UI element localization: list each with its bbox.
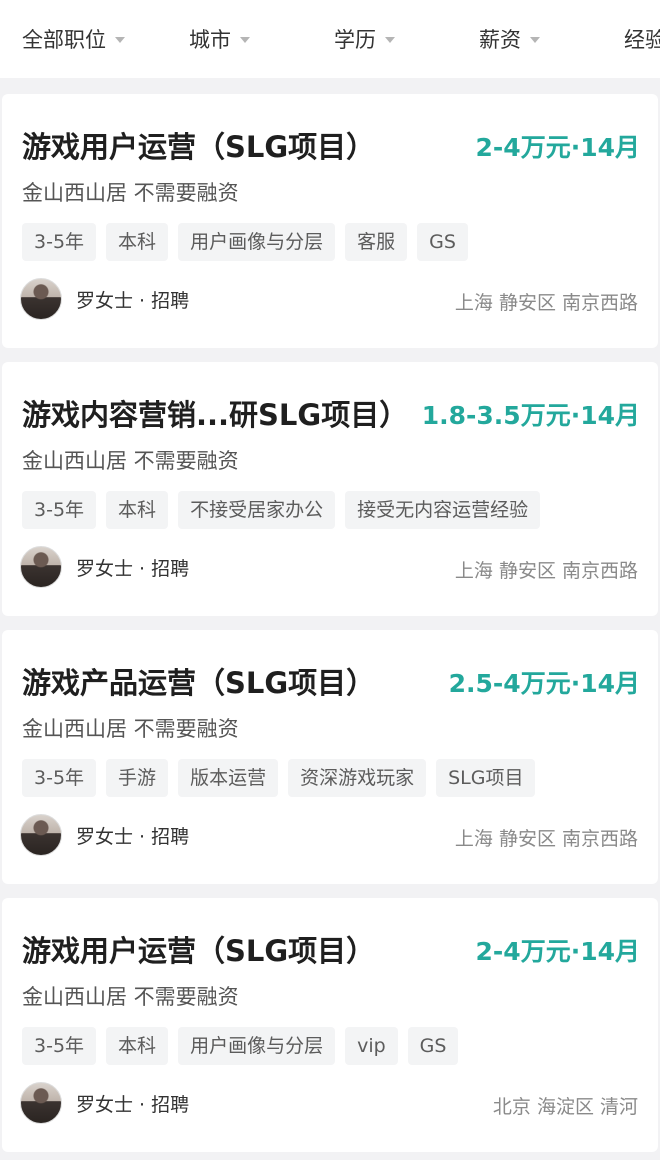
- job-tag: SLG项目: [436, 759, 536, 797]
- job-tag: 本科: [106, 1027, 169, 1065]
- job-tag: 接受无内容运营经验: [345, 491, 541, 529]
- avatar: [20, 278, 62, 320]
- job-tag: GS: [417, 223, 468, 261]
- job-card[interactable]: 游戏用户运营（SLG项目） 2-4万元·14月 金山西山居 不需要融资 3-5年…: [2, 898, 658, 1152]
- job-salary: 2-4万元·14月: [475, 937, 640, 966]
- job-tag: 不接受居家办公: [178, 491, 336, 529]
- job-tag: 本科: [106, 223, 169, 261]
- job-salary: 2.5-4万元·14月: [448, 669, 640, 698]
- job-tag: 版本运营: [178, 759, 279, 797]
- job-tag: 3-5年: [22, 1027, 97, 1065]
- job-salary: 1.8-3.5万元·14月: [421, 401, 640, 430]
- avatar: [20, 1082, 62, 1124]
- recruiter-name: 罗女士 · 招聘: [76, 825, 190, 848]
- company-info: 金山西山居 不需要融资: [22, 985, 239, 1009]
- job-tag: 客服: [345, 223, 408, 261]
- job-title: 游戏用户运营（SLG项目）: [22, 130, 376, 164]
- job-tag: 3-5年: [22, 491, 97, 529]
- recruiter: 罗女士 · 招聘: [20, 546, 189, 588]
- job-location: 北京 海淀区 清河: [492, 1096, 638, 1118]
- avatar: [20, 814, 62, 856]
- job-tags: 3-5年 手游 版本运营 资深游戏玩家 SLG项目: [22, 759, 536, 797]
- job-salary: 2-4万元·14月: [475, 133, 640, 162]
- recruiter-name: 罗女士 · 招聘: [76, 289, 190, 312]
- caret-down-icon: [530, 37, 540, 43]
- job-tag: 用户画像与分层: [178, 1027, 336, 1065]
- job-tag: 3-5年: [22, 759, 97, 797]
- job-location: 上海 静安区 南京西路: [454, 828, 638, 850]
- company-info: 金山西山居 不需要融资: [22, 181, 239, 205]
- job-title: 游戏内容营销...研SLG项目）: [22, 398, 409, 432]
- recruiter: 罗女士 · 招聘: [20, 814, 189, 856]
- caret-down-icon: [240, 37, 250, 43]
- job-tags: 3-5年 本科 用户画像与分层 客服 GS: [22, 223, 468, 261]
- filter-label: 学历: [334, 28, 376, 52]
- job-tag: 手游: [106, 759, 169, 797]
- filter-label: 经验: [624, 28, 660, 52]
- job-tag: GS: [407, 1027, 459, 1065]
- recruiter-name: 罗女士 · 招聘: [76, 557, 190, 580]
- filter-label: 薪资: [479, 28, 521, 52]
- filter-bar: 全部职位 城市 学历 薪资 经验: [0, 0, 660, 78]
- job-tags: 3-5年 本科 不接受居家办公 接受无内容运营经验: [22, 491, 541, 529]
- avatar: [20, 546, 62, 588]
- job-title: 游戏产品运营（SLG项目）: [22, 666, 376, 700]
- filter-salary[interactable]: 薪资: [479, 24, 540, 54]
- company-info: 金山西山居 不需要融资: [22, 449, 239, 473]
- job-tag: 3-5年: [22, 223, 97, 261]
- filter-education[interactable]: 学历: [334, 24, 395, 54]
- job-card[interactable]: 游戏产品运营（SLG项目） 2.5-4万元·14月 金山西山居 不需要融资 3-…: [2, 630, 658, 884]
- caret-down-icon: [385, 37, 395, 43]
- job-card[interactable]: 游戏内容营销...研SLG项目） 1.8-3.5万元·14月 金山西山居 不需要…: [2, 362, 658, 616]
- filter-label: 全部职位: [22, 28, 106, 52]
- company-info: 金山西山居 不需要融资: [22, 717, 239, 741]
- filter-experience[interactable]: 经验: [624, 24, 660, 54]
- job-location: 上海 静安区 南京西路: [454, 292, 638, 314]
- recruiter: 罗女士 · 招聘: [20, 278, 189, 320]
- filter-label: 城市: [189, 28, 231, 52]
- job-tag: 用户画像与分层: [178, 223, 336, 261]
- recruiter-name: 罗女士 · 招聘: [76, 1093, 190, 1116]
- filter-all-positions[interactable]: 全部职位: [22, 24, 125, 54]
- job-tag: 本科: [106, 491, 169, 529]
- job-title: 游戏用户运营（SLG项目）: [22, 934, 376, 968]
- recruiter: 罗女士 · 招聘: [20, 1082, 189, 1124]
- job-tag: vip: [345, 1027, 398, 1065]
- job-tag: 资深游戏玩家: [288, 759, 427, 797]
- job-card[interactable]: 游戏用户运营（SLG项目） 2-4万元·14月 金山西山居 不需要融资 3-5年…: [2, 94, 658, 348]
- caret-down-icon: [115, 37, 125, 43]
- job-tags: 3-5年 本科 用户画像与分层 vip GS: [22, 1027, 459, 1065]
- job-location: 上海 静安区 南京西路: [454, 560, 638, 582]
- filter-city[interactable]: 城市: [189, 24, 250, 54]
